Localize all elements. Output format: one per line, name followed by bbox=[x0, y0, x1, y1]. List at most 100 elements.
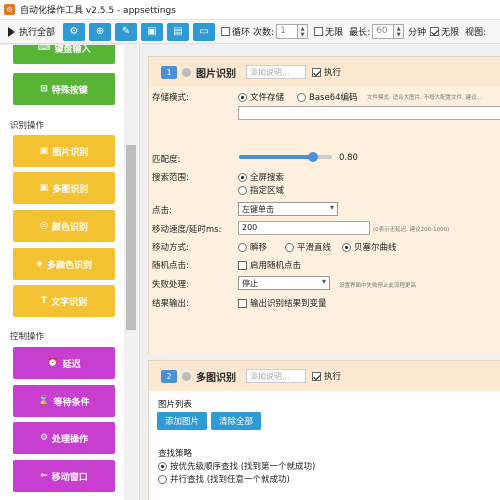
move-instant-radio[interactable]: 瞬移 bbox=[238, 241, 267, 253]
special-key-button[interactable]: ⊞ 特殊按键 bbox=[13, 73, 115, 105]
text-recognize-button[interactable]: T 文字识别 bbox=[13, 285, 115, 317]
clear-all-button[interactable]: 清除全部 bbox=[211, 412, 261, 430]
output-checkbox[interactable]: 输出识别结果到变量 bbox=[238, 297, 327, 309]
new-folder-button[interactable]: ⊕ bbox=[89, 22, 112, 41]
execute-label: 执行 bbox=[324, 372, 342, 382]
multi-color-icon: ◈ bbox=[36, 259, 43, 269]
click-label: 点击: bbox=[152, 206, 172, 216]
speed-input[interactable]: 200 bbox=[238, 221, 370, 235]
scope-full-radio[interactable]: 全屏搜索 bbox=[238, 171, 284, 183]
card-header: 1 图片识别 添加说明... 执行 bbox=[149, 57, 500, 87]
color-recognize-button[interactable]: ◎ 颜色识别 bbox=[13, 210, 115, 242]
alarm-icon: ⏰ bbox=[47, 358, 59, 368]
move-bezier-radio[interactable]: 贝塞尔曲线 bbox=[342, 241, 397, 253]
card-body: 图片列表 添加图片 清除全部 查找策略 按优先级顺序查找 (找到第一个就成功) … bbox=[149, 391, 500, 500]
arrow-left-icon: ← bbox=[40, 471, 48, 481]
wait-condition-button[interactable]: ⌛ 等待条件 bbox=[13, 385, 115, 417]
move-label: 移动方式: bbox=[152, 243, 189, 253]
process-button[interactable]: ⚙ 处理操作 bbox=[13, 422, 115, 454]
similarity-slider[interactable] bbox=[239, 152, 332, 162]
app-icon: ⚙ bbox=[4, 4, 15, 15]
storage-label: 存储模式: bbox=[152, 93, 189, 103]
title-bar: ⚙ 自动化操作工具 v2.5.5 - appsettings bbox=[0, 0, 500, 20]
image-recognize-button[interactable]: ▣ 图片识别 bbox=[13, 135, 115, 167]
gear-icon: ⚙ bbox=[39, 433, 49, 443]
fail-label: 失败处理: bbox=[152, 280, 189, 290]
random-checkbox[interactable]: 启用随机点击 bbox=[238, 259, 301, 271]
slider-thumb[interactable] bbox=[308, 152, 319, 162]
palette-icon: ◎ bbox=[40, 221, 48, 231]
note-input[interactable]: 添加说明... bbox=[246, 65, 306, 79]
multi-image-button[interactable]: ▣ 多图识别 bbox=[13, 172, 115, 204]
save-button[interactable]: ▣ bbox=[141, 22, 164, 41]
move-smooth-radio[interactable]: 平滑直线 bbox=[285, 241, 331, 253]
window-title: 自动化操作工具 v2.5.5 - appsettings bbox=[20, 6, 176, 16]
random-label: 随机点击: bbox=[152, 261, 189, 271]
step-number: 2 bbox=[161, 369, 177, 383]
image-path-input[interactable] bbox=[238, 106, 500, 120]
infinite2-label: 无限 bbox=[441, 28, 460, 38]
fail-select[interactable]: 停止 bbox=[238, 276, 330, 290]
move-window-button[interactable]: ← 移动窗口 bbox=[13, 460, 115, 492]
step-number: 1 bbox=[161, 65, 177, 79]
note-input[interactable]: 添加说明... bbox=[246, 369, 306, 383]
loop-checkbox[interactable] bbox=[221, 27, 231, 36]
max-spinner[interactable]: ▲ ▼ bbox=[394, 24, 405, 39]
image-list-label: 图片列表 bbox=[158, 400, 193, 410]
text-icon: T bbox=[40, 296, 48, 306]
group-recognize-label: 识别操作 bbox=[10, 121, 45, 131]
main-panel: 1 图片识别 添加说明... 执行 存储模式: 文件存储 Base64编码 文件… bbox=[140, 45, 500, 500]
strategy-label: 查找策略 bbox=[158, 449, 193, 459]
infinite-time-checkbox[interactable] bbox=[430, 27, 440, 36]
scope-area-radio[interactable]: 指定区域 bbox=[238, 184, 284, 196]
multi-color-button[interactable]: ◈ 多颜色识别 bbox=[13, 248, 115, 280]
run-all-button[interactable]: 执行全部 bbox=[4, 23, 59, 41]
add-image-button[interactable]: 添加图片 bbox=[157, 412, 207, 430]
similarity-value: 0.80 bbox=[339, 153, 358, 163]
scope-label: 搜索范围: bbox=[152, 173, 189, 183]
keypad-icon: ⊞ bbox=[40, 84, 48, 94]
similarity-label: 匹配度: bbox=[152, 155, 181, 165]
max-input[interactable]: 60 bbox=[372, 24, 395, 39]
images-icon: ▣ bbox=[39, 183, 49, 193]
infinite-count-checkbox[interactable] bbox=[314, 27, 324, 36]
hourglass-icon: ⌛ bbox=[38, 396, 50, 406]
save-as-icon: ▤ bbox=[173, 26, 183, 37]
sidebar-scroll-thumb[interactable] bbox=[126, 145, 136, 330]
output-label: 结果输出: bbox=[152, 299, 189, 309]
count-input[interactable]: 1 bbox=[276, 24, 299, 39]
strategy-priority-radio[interactable]: 按优先级顺序查找 (找到第一个就成功) bbox=[158, 462, 315, 472]
sidebar: ⌨ 键盘输入 ⊞ 特殊按键 识别操作 ▣ 图片识别 ▣ 多图识别 ◎ 颜色识别 ◈ 多颜色识… bbox=[0, 45, 140, 500]
delay-button[interactable]: ⏰ 延迟 bbox=[13, 347, 115, 379]
keyboard-input-button[interactable]: ⌨ 键盘输入 bbox=[13, 45, 115, 64]
max-label: 最长: bbox=[349, 28, 371, 38]
storage-b64-radio[interactable]: Base64编码 bbox=[297, 91, 358, 103]
strategy-parallel-radio[interactable]: 并行查找 (找到任意一个就成功) bbox=[158, 475, 290, 485]
card-body: 存储模式: 文件存储 Base64编码 文件模式: 适合大图片, 不增大配置文件… bbox=[149, 87, 500, 355]
multi-image-card: 2 多图识别 添加说明... 执行 图片列表 添加图片 清除全部 查找策略 按优… bbox=[148, 360, 500, 500]
keyboard-icon: ⌨ bbox=[37, 45, 51, 53]
gear-icon: ⚙ bbox=[69, 26, 79, 37]
click-select[interactable]: 左键单击 bbox=[238, 202, 338, 216]
execute-checkbox[interactable] bbox=[312, 371, 321, 381]
clear-button[interactable]: ✎ bbox=[115, 22, 138, 41]
open-folder-button[interactable]: ▭ bbox=[193, 22, 216, 41]
toolbar: 执行全部 ⚙ ⊕ ✎ ▣ ▤ ▭ 循环 次数: 1 ▲ ▼ 无限 最长: 60 ▲ ▼ … bbox=[0, 20, 500, 44]
infinite-label: 无限 bbox=[325, 28, 344, 38]
folder-open-icon: ▭ bbox=[199, 26, 209, 37]
status-dot bbox=[182, 67, 191, 77]
storage-file-radio[interactable]: 文件存储 bbox=[238, 91, 284, 103]
save-as-button[interactable]: ▤ bbox=[167, 22, 190, 41]
group-control-label: 控制操作 bbox=[10, 332, 45, 342]
speed-hint: (0表示无延迟, 建议200-1000) bbox=[373, 227, 450, 233]
save-icon: ▣ bbox=[147, 26, 157, 37]
view-label: 视图: bbox=[465, 28, 487, 38]
count-label: 次数: bbox=[253, 28, 275, 38]
execute-checkbox[interactable] bbox=[312, 67, 321, 77]
run-all-label: 执行全部 bbox=[19, 28, 56, 38]
card-header: 2 多图识别 添加说明... 执行 bbox=[149, 361, 500, 391]
speed-label: 移动速度/延时ms: bbox=[152, 225, 222, 235]
settings-button[interactable]: ⚙ bbox=[63, 22, 86, 41]
image-recognize-card: 1 图片识别 添加说明... 执行 存储模式: 文件存储 Base64编码 文件… bbox=[148, 56, 500, 355]
count-spinner[interactable]: ▲ ▼ bbox=[298, 24, 309, 39]
